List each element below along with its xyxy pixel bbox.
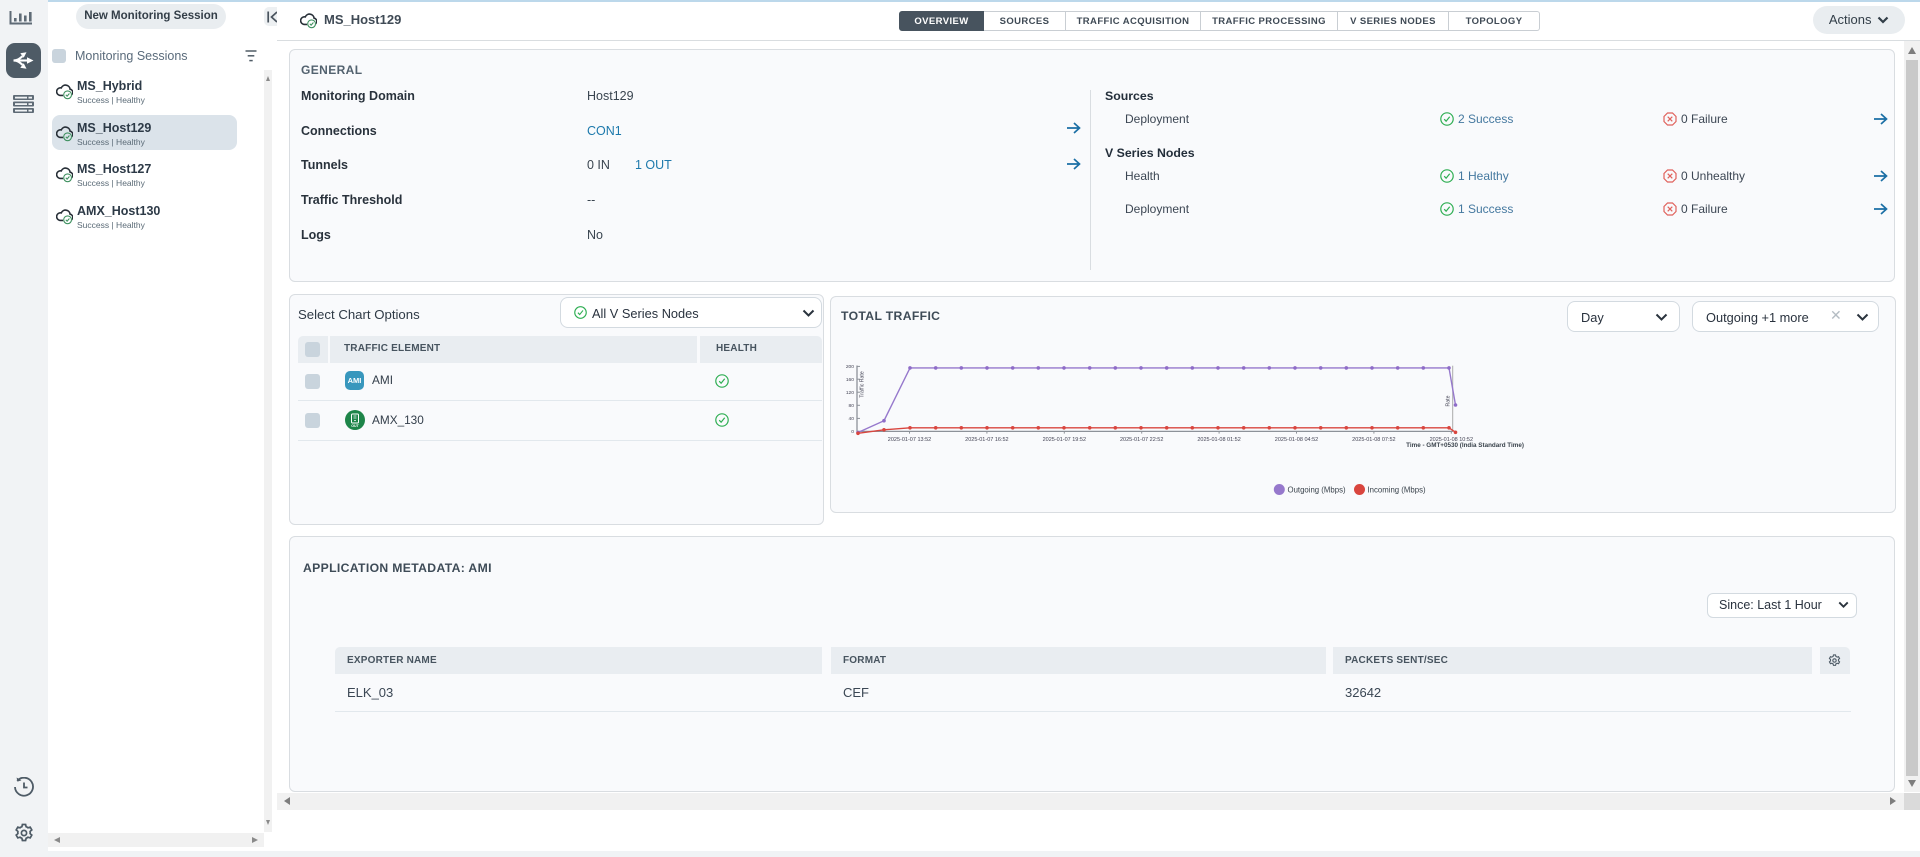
svg-text:0: 0 [851, 429, 854, 435]
svg-text:Time - GMT+0530 (India Standar: Time - GMT+0530 (India Standard Time) [1406, 442, 1524, 449]
svg-text:200: 200 [846, 364, 854, 370]
svg-text:2025-01-08 04:52: 2025-01-08 04:52 [1275, 437, 1318, 443]
svg-text:2025-01-07 16:52: 2025-01-07 16:52 [965, 437, 1008, 443]
svg-text:2025-01-07 19:52: 2025-01-07 19:52 [1043, 437, 1086, 443]
svg-text:Traffic Rate: Traffic Rate [860, 371, 866, 398]
svg-text:Incoming (Mbps): Incoming (Mbps) [1368, 486, 1426, 495]
svg-text:80: 80 [849, 403, 855, 409]
svg-text:2025-01-08 07:52: 2025-01-08 07:52 [1352, 437, 1395, 443]
svg-text:OUT: OUT [351, 424, 359, 428]
svg-text:2025-01-08 01:52: 2025-01-08 01:52 [1197, 437, 1240, 443]
svg-text:120: 120 [846, 390, 854, 396]
svg-text:2025-01-07 22:52: 2025-01-07 22:52 [1120, 437, 1163, 443]
svg-text:Outgoing (Mbps): Outgoing (Mbps) [1288, 486, 1346, 495]
svg-text:2025-01-07 13:52: 2025-01-07 13:52 [888, 437, 931, 443]
svg-text:160: 160 [846, 377, 854, 383]
svg-text:Rate: Rate [1446, 395, 1452, 406]
svg-text:40: 40 [849, 416, 855, 422]
